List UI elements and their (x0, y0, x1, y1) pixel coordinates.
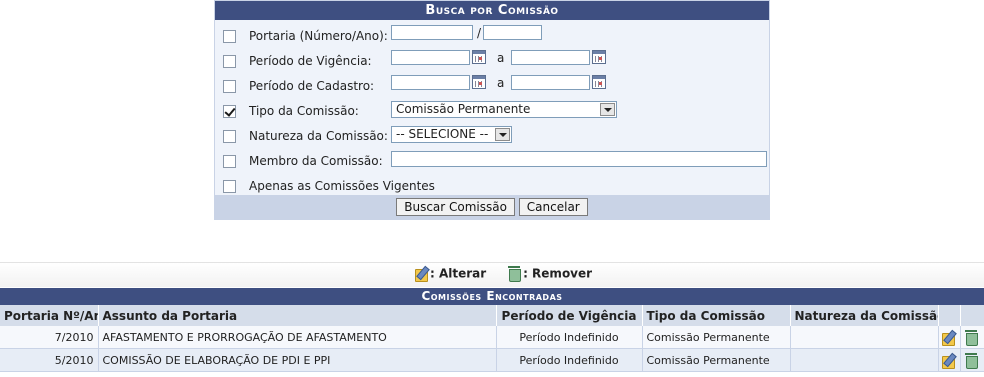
edit-icon[interactable] (941, 330, 957, 346)
portaria-separator: / (477, 26, 482, 40)
row-membro: Membro da Comissão: (223, 150, 768, 172)
search-form: Busca por Comissão Portaria (Número/Ano)… (214, 0, 770, 220)
cell-edit (938, 348, 961, 372)
actions-legend: : Alterar : Remover (0, 262, 984, 287)
row-natureza: Natureza da Comissão: -- SELECIONE -- (223, 125, 763, 147)
tipo-label: Tipo da Comissão: (249, 104, 359, 118)
tipo-select[interactable]: Comissão Permanente (391, 101, 617, 118)
row-tipo: Tipo da Comissão: Comissão Permanente (223, 100, 763, 122)
table-row: 7/2010 AFASTAMENTO E PRORROGAÇÃO DE AFAS… (0, 326, 984, 349)
cell-remove (960, 326, 984, 349)
cell-tipo: Comissão Permanente (642, 348, 791, 372)
calendar-icon[interactable] (592, 75, 606, 89)
natureza-select-value: -- SELECIONE -- (396, 127, 489, 141)
cadastro-range-separator: a (497, 76, 505, 90)
membro-input[interactable] (391, 151, 767, 167)
cell-natureza (790, 348, 939, 372)
portaria-checkbox[interactable] (223, 30, 236, 43)
trash-icon[interactable] (964, 329, 980, 346)
row-vigentes: Apenas as Comissões Vigentes (223, 175, 763, 197)
column-header-assunto: Assunto da Portaria (98, 305, 497, 326)
legend-edit-label: : Alterar (430, 266, 487, 281)
row-vigencia: Período de Vigência: a (223, 50, 763, 72)
vigencia-range-separator: a (497, 51, 505, 65)
cadastro-start-input[interactable] (391, 75, 470, 90)
cell-assunto: AFASTAMENTO E PRORROGAÇÃO DE AFASTAMENTO (98, 326, 497, 349)
results-table: Portaria Nº/Ano Assunto da Portaria Perí… (0, 305, 984, 372)
vigencia-end-input[interactable] (511, 50, 590, 65)
calendar-icon[interactable] (472, 50, 486, 64)
cadastro-end-input[interactable] (511, 75, 590, 90)
natureza-select[interactable]: -- SELECIONE -- (391, 126, 512, 143)
row-cadastro: Período de Cadastro: a (223, 75, 763, 97)
search-button[interactable]: Buscar Comissão (396, 198, 515, 216)
results-title: Comissões Encontradas (0, 288, 984, 305)
column-header-remove (960, 305, 984, 326)
membro-label: Membro da Comissão: (249, 154, 383, 168)
cadastro-label: Período de Cadastro: (249, 79, 375, 93)
table-row: 5/2010 COMISSÃO DE ELABORAÇÃO DE PDI E P… (0, 348, 984, 372)
legend-remove-label: : Remover (523, 266, 593, 281)
cell-remove (960, 348, 984, 372)
vigencia-checkbox[interactable] (223, 55, 236, 68)
portaria-label: Portaria (Número/Ano): (249, 29, 388, 43)
tipo-checkbox[interactable] (223, 105, 236, 118)
cancel-button[interactable]: Cancelar (518, 198, 588, 216)
cell-natureza (790, 326, 939, 349)
calendar-icon[interactable] (472, 75, 486, 89)
cell-portaria: 5/2010 (0, 348, 99, 372)
column-header-edit (938, 305, 961, 326)
cell-edit (938, 326, 961, 349)
vigentes-checkbox[interactable] (223, 180, 236, 193)
vigencia-start-input[interactable] (391, 50, 470, 65)
cell-tipo: Comissão Permanente (642, 326, 791, 349)
membro-checkbox[interactable] (223, 155, 236, 168)
portaria-number-input[interactable] (391, 25, 473, 40)
results-panel: Comissões Encontradas Portaria Nº/Ano As… (0, 288, 984, 372)
vigentes-label: Apenas as Comissões Vigentes (249, 179, 435, 193)
row-portaria: Portaria (Número/Ano): / (223, 25, 763, 47)
chevron-down-icon (495, 128, 510, 141)
trash-icon[interactable] (964, 352, 980, 369)
edit-icon (414, 266, 430, 282)
chevron-down-icon (600, 103, 615, 116)
form-title: Busca por Comissão (215, 1, 769, 20)
portaria-year-input[interactable] (483, 25, 542, 40)
cell-periodo: Período Indefinido (496, 326, 643, 349)
form-footer: Buscar Comissão Cancelar (215, 195, 769, 219)
cadastro-checkbox[interactable] (223, 80, 236, 93)
cell-periodo: Período Indefinido (496, 348, 643, 372)
table-header-row: Portaria Nº/Ano Assunto da Portaria Perí… (0, 305, 984, 326)
column-header-natureza: Natureza da Comissão (790, 305, 939, 326)
cell-portaria: 7/2010 (0, 326, 99, 349)
natureza-label: Natureza da Comissão: (249, 129, 388, 143)
cell-assunto: COMISSÃO DE ELABORAÇÃO DE PDI E PPI (98, 348, 497, 372)
calendar-icon[interactable] (592, 50, 606, 64)
column-header-portaria: Portaria Nº/Ano (0, 305, 99, 326)
trash-icon (507, 266, 523, 282)
vigencia-label: Período de Vigência: (249, 54, 372, 68)
column-header-tipo: Tipo da Comissão (642, 305, 791, 326)
edit-icon[interactable] (941, 353, 957, 369)
tipo-select-value: Comissão Permanente (396, 102, 531, 116)
natureza-checkbox[interactable] (223, 130, 236, 143)
column-header-periodo: Período de Vigência (496, 305, 643, 326)
